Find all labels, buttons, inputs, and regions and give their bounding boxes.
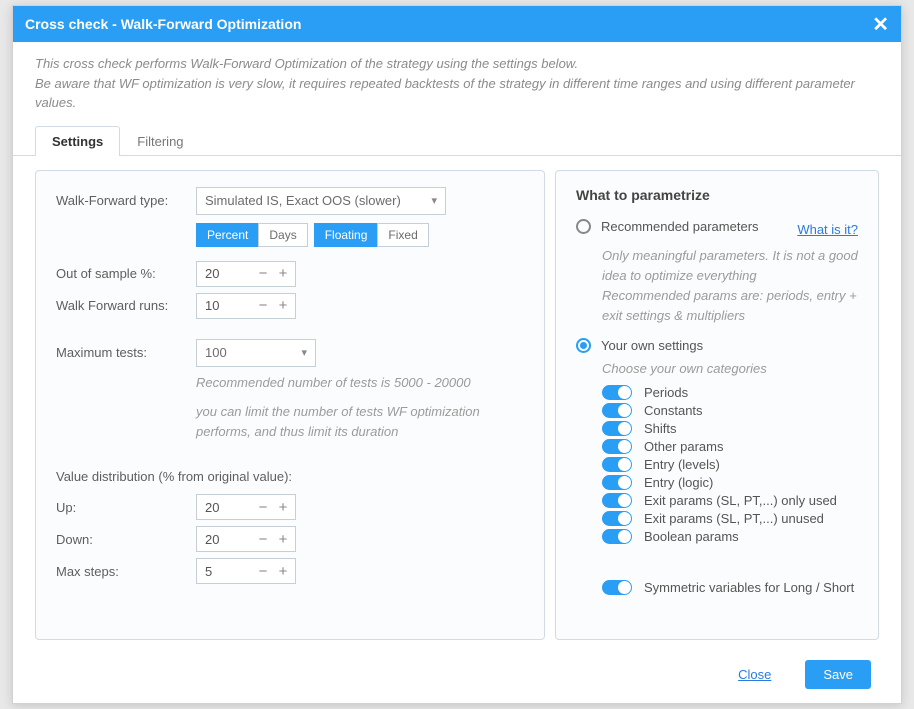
category-label: Exit params (SL, PT,...) unused (644, 511, 824, 526)
own-hint: Choose your own categories (602, 359, 858, 379)
category-toggle[interactable] (602, 475, 632, 490)
category-label: Entry (levels) (644, 457, 720, 472)
toggle-row: Entry (levels) (602, 457, 858, 472)
radio-icon (576, 338, 591, 353)
parametrize-panel: What to parametrize Recommended paramete… (555, 170, 879, 641)
category-toggle[interactable] (602, 511, 632, 526)
category-label: Constants (644, 403, 703, 418)
wf-type-value: Simulated IS, Exact OOS (slower) (205, 193, 401, 208)
toggle-row: Shifts (602, 421, 858, 436)
category-toggle[interactable] (602, 385, 632, 400)
up-label: Up: (56, 500, 196, 515)
wf-type-select[interactable]: Simulated IS, Exact OOS (slower) ▾ (196, 187, 446, 215)
up-input[interactable] (197, 500, 253, 515)
up-plus[interactable]: + (273, 500, 293, 515)
recommended-hint: Only meaningful parameters. It is not a … (602, 246, 858, 327)
mode-fixed[interactable]: Fixed (377, 223, 428, 247)
down-label: Down: (56, 532, 196, 547)
max-tests-select[interactable]: 100 ▾ (196, 339, 316, 367)
tab-settings[interactable]: Settings (35, 126, 120, 156)
steps-spinner[interactable]: − + (196, 558, 296, 584)
category-toggle[interactable] (602, 529, 632, 544)
close-icon[interactable]: ✕ (872, 12, 889, 37)
dialog-footer: Close Save (13, 650, 901, 703)
oos-label: Out of sample %: (56, 266, 196, 281)
oos-plus[interactable]: + (273, 266, 293, 281)
chevron-down-icon: ▾ (301, 346, 307, 359)
toggle-row: Exit params (SL, PT,...) unused (602, 511, 858, 526)
down-minus[interactable]: − (253, 532, 273, 547)
max-tests-hint2: you can limit the number of tests WF opt… (196, 402, 524, 441)
dist-heading: Value distribution (% from original valu… (56, 469, 524, 484)
symmetric-label: Symmetric variables for Long / Short (644, 580, 854, 595)
what-is-it-link[interactable]: What is it? (797, 222, 858, 237)
max-tests-hint1: Recommended number of tests is 5000 - 20… (196, 373, 524, 393)
toggle-row: Boolean params (602, 529, 858, 544)
close-button[interactable]: Close (720, 660, 789, 689)
mode-days[interactable]: Days (258, 223, 307, 247)
mode-floating[interactable]: Floating (314, 223, 379, 247)
category-label: Boolean params (644, 529, 739, 544)
modal-dialog: Cross check - Walk-Forward Optimization … (12, 5, 902, 704)
steps-label: Max steps: (56, 564, 196, 579)
description-line2: Be aware that WF optimization is very sl… (35, 74, 879, 113)
recommended-label: Recommended parameters (601, 219, 759, 234)
category-toggle[interactable] (602, 439, 632, 454)
oos-spinner[interactable]: − + (196, 261, 296, 287)
own-settings-label: Your own settings (601, 338, 703, 353)
runs-plus[interactable]: + (273, 298, 293, 313)
chevron-down-icon: ▾ (431, 194, 437, 207)
down-input[interactable] (197, 532, 253, 547)
radio-icon (576, 219, 591, 234)
down-spinner[interactable]: − + (196, 526, 296, 552)
save-button[interactable]: Save (805, 660, 871, 689)
symmetric-row: Symmetric variables for Long / Short (602, 580, 858, 595)
down-plus[interactable]: + (273, 532, 293, 547)
description-block: This cross check performs Walk-Forward O… (13, 42, 901, 117)
steps-input[interactable] (197, 564, 253, 579)
category-label: Entry (logic) (644, 475, 713, 490)
toggle-row: Entry (logic) (602, 475, 858, 490)
category-toggle[interactable] (602, 457, 632, 472)
toggle-row: Constants (602, 403, 858, 418)
runs-spinner[interactable]: − + (196, 293, 296, 319)
category-toggle[interactable] (602, 403, 632, 418)
up-minus[interactable]: − (253, 500, 273, 515)
mode-percent[interactable]: Percent (196, 223, 259, 247)
description-line1: This cross check performs Walk-Forward O… (35, 54, 879, 74)
parametrize-heading: What to parametrize (576, 187, 858, 203)
category-label: Other params (644, 439, 723, 454)
title-bar: Cross check - Walk-Forward Optimization … (13, 6, 901, 42)
toggle-list: Periods Constants Shifts Other params Entry … (576, 385, 858, 544)
category-label: Periods (644, 385, 688, 400)
category-label: Exit params (SL, PT,...) only used (644, 493, 837, 508)
oos-input[interactable] (197, 266, 253, 281)
oos-minus[interactable]: − (253, 266, 273, 281)
wf-type-label: Walk-Forward type: (56, 193, 196, 208)
symmetric-toggle[interactable] (602, 580, 632, 595)
tab-bar: Settings Filtering (13, 125, 901, 156)
category-toggle[interactable] (602, 421, 632, 436)
steps-minus[interactable]: − (253, 564, 273, 579)
toggle-row: Periods (602, 385, 858, 400)
radio-recommended[interactable]: Recommended parameters (576, 219, 759, 234)
up-spinner[interactable]: − + (196, 494, 296, 520)
category-toggle[interactable] (602, 493, 632, 508)
mode-button-strip: Percent Days Floating Fixed (196, 223, 524, 247)
settings-panel: Walk-Forward type: Simulated IS, Exact O… (35, 170, 545, 641)
toggle-row: Exit params (SL, PT,...) only used (602, 493, 858, 508)
dialog-title: Cross check - Walk-Forward Optimization (25, 16, 301, 32)
radio-own-settings[interactable]: Your own settings (576, 338, 858, 353)
runs-input[interactable] (197, 298, 253, 313)
max-tests-value: 100 (205, 345, 227, 360)
max-tests-label: Maximum tests: (56, 345, 196, 360)
runs-minus[interactable]: − (253, 298, 273, 313)
steps-plus[interactable]: + (273, 564, 293, 579)
runs-label: Walk Forward runs: (56, 298, 196, 313)
tab-filtering[interactable]: Filtering (120, 126, 200, 156)
category-label: Shifts (644, 421, 677, 436)
toggle-row: Other params (602, 439, 858, 454)
